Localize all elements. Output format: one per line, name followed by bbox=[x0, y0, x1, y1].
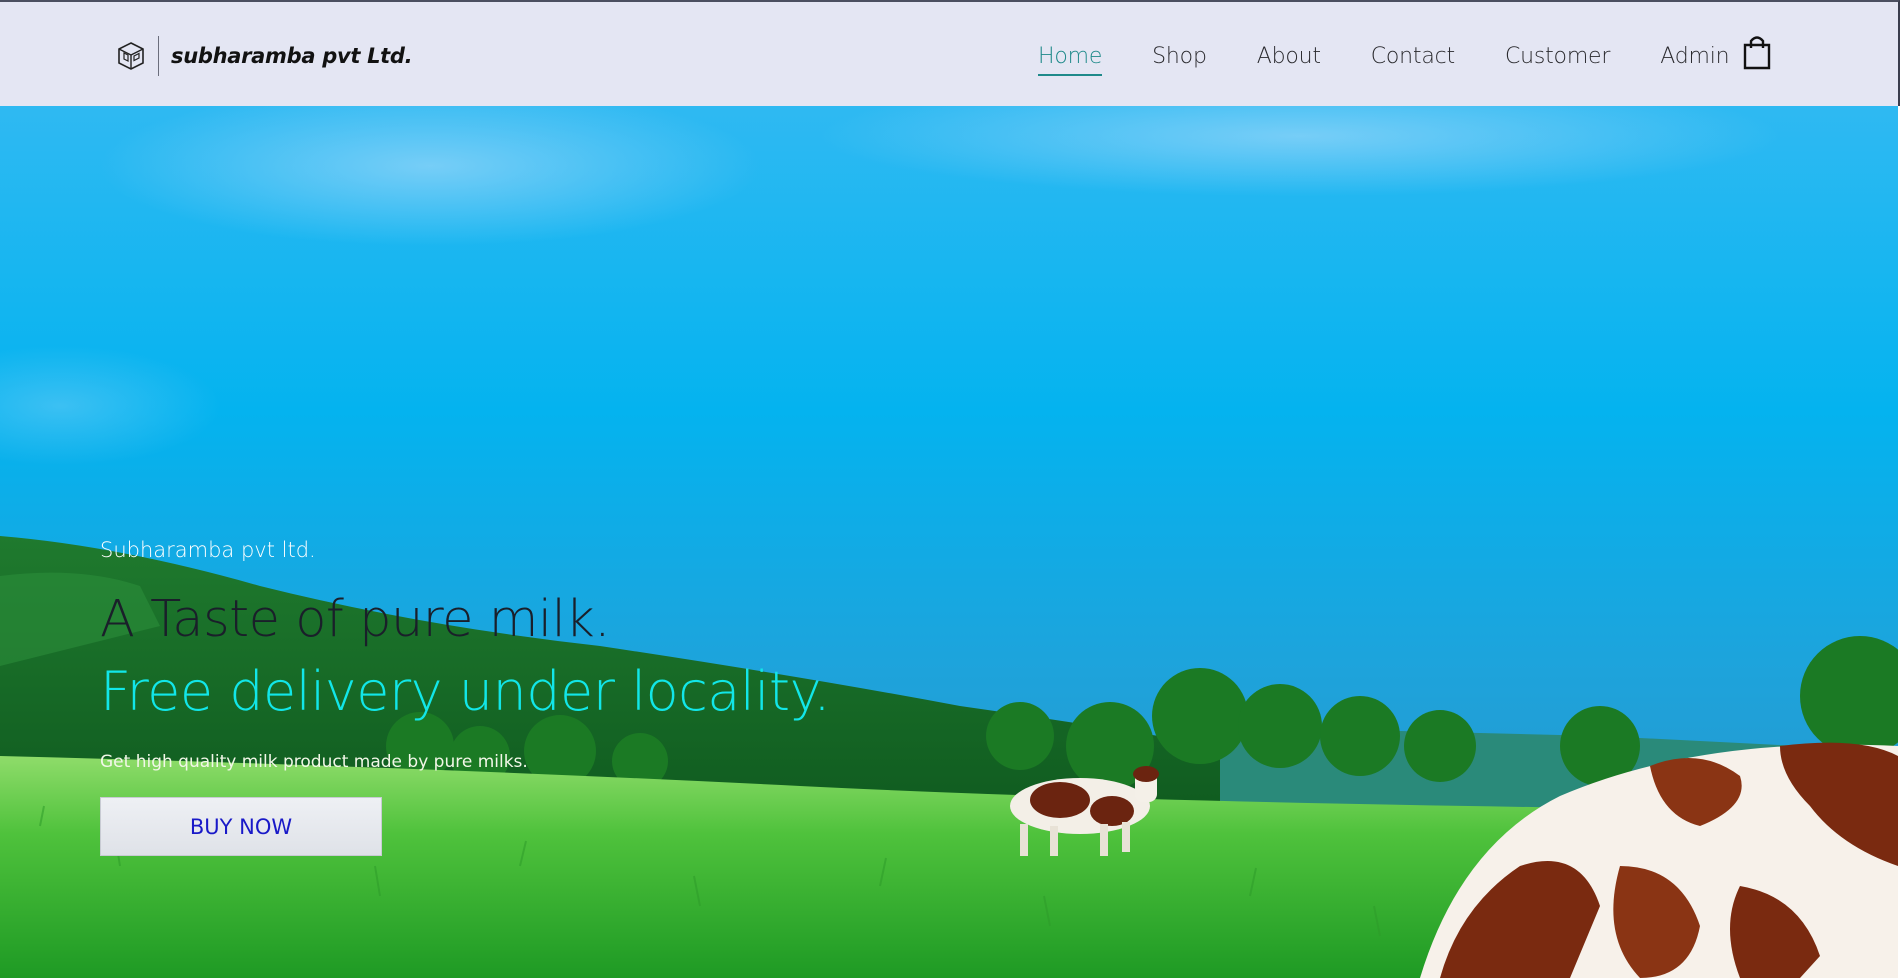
hero-headline: A Taste of pure milk. bbox=[100, 590, 610, 649]
hero-eyebrow: Subharamba pvt ltd. bbox=[100, 538, 316, 562]
hero-subhead: Free delivery under locality. bbox=[100, 660, 831, 723]
nav-item-contact[interactable]: Contact bbox=[1371, 44, 1455, 69]
brand-divider bbox=[158, 36, 159, 76]
nav-item-home[interactable]: Home bbox=[1038, 44, 1102, 76]
nav-item-about[interactable]: About bbox=[1257, 44, 1321, 69]
nav-item-customer[interactable]: Customer bbox=[1505, 44, 1610, 69]
site-header: subharamba pvt Ltd. Home Shop About Cont… bbox=[0, 0, 1900, 106]
buy-now-button[interactable]: BUY NOW bbox=[100, 797, 382, 856]
hero-description: Get high quality milk product made by pu… bbox=[100, 752, 528, 772]
hero-section: Subharamba pvt ltd. A Taste of pure milk… bbox=[0, 106, 1898, 978]
main-nav: Home Shop About Contact Customer Admin bbox=[1038, 36, 1779, 76]
shopping-bag-icon[interactable] bbox=[1742, 34, 1772, 70]
brand[interactable]: subharamba pvt Ltd. bbox=[116, 36, 413, 76]
nav-item-shop[interactable]: Shop bbox=[1152, 44, 1207, 69]
brand-name: subharamba pvt Ltd. bbox=[171, 44, 413, 68]
cube-box-icon bbox=[116, 41, 146, 71]
page: subharamba pvt Ltd. Home Shop About Cont… bbox=[0, 0, 1902, 978]
nav-item-admin[interactable]: Admin bbox=[1660, 44, 1729, 69]
